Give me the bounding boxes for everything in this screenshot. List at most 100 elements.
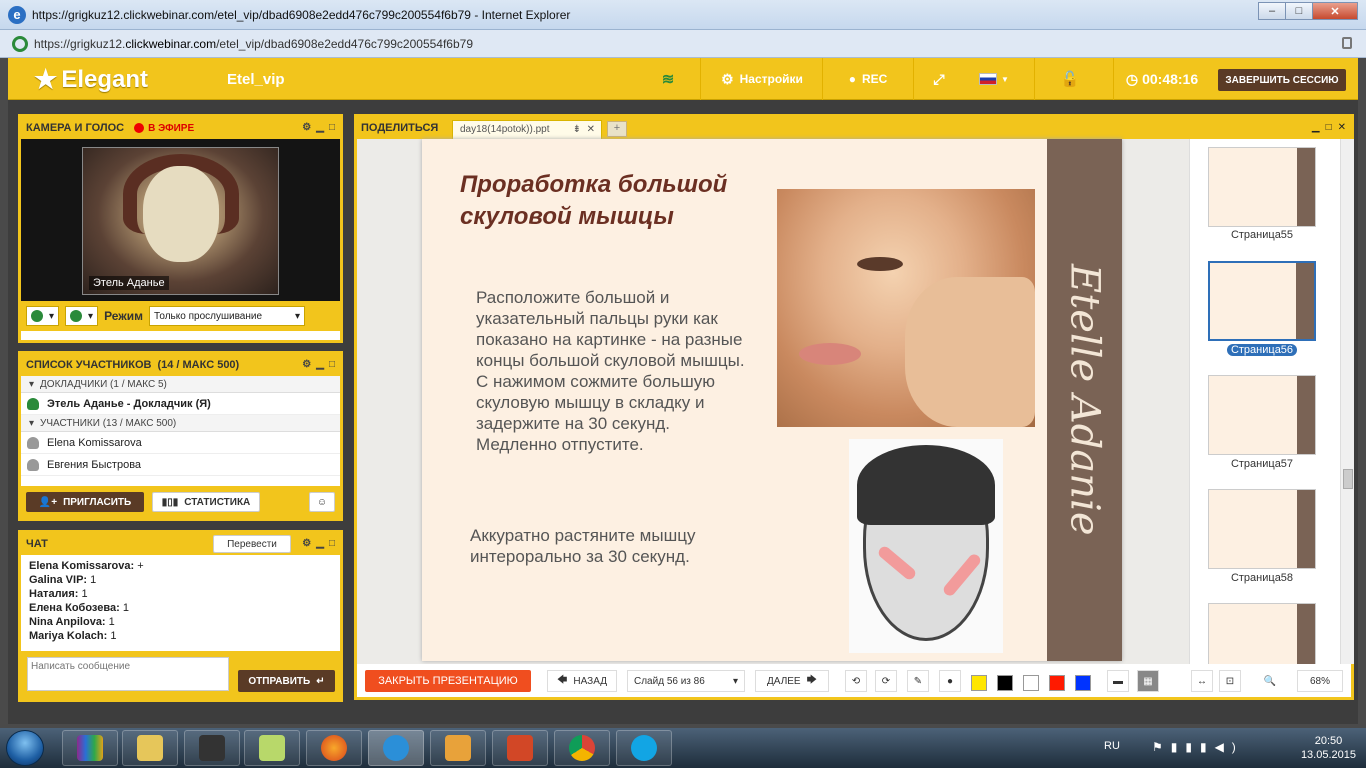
zoom-level[interactable]: 68% xyxy=(1297,670,1343,692)
rotate-left-button[interactable]: ⟲ xyxy=(845,670,867,692)
thumbnail-slide-selected[interactable] xyxy=(1208,261,1316,341)
list-item[interactable]: Elena Komissarova xyxy=(21,432,340,454)
maximize-icon[interactable]: □ xyxy=(329,122,335,133)
chat-message: Mariya Kolach: 1 xyxy=(29,630,117,642)
color-white[interactable] xyxy=(1023,675,1039,691)
tray-icons[interactable]: ⚑▮▮▮◀) xyxy=(1152,740,1244,754)
minimize-icon[interactable]: ▁ xyxy=(316,359,324,370)
participants-panel: СПИСОК УЧАСТНИКОВ (14 / МАКС 500) ⚙ ▁ □ ▾ ДО… xyxy=(18,351,343,521)
clock[interactable]: 20:50 13.05.2015 xyxy=(1301,734,1356,762)
back-button[interactable]: 🡄 НАЗАД xyxy=(547,670,617,692)
next-button[interactable]: ДАЛЕЕ 🡆 xyxy=(755,670,829,692)
translate-button[interactable]: Перевести xyxy=(213,535,291,553)
wifi-icon: ≋ xyxy=(661,71,675,88)
gear-icon[interactable]: ⚙ xyxy=(302,538,311,549)
invite-button[interactable]: 👤+ ПРИГЛАСИТЬ xyxy=(26,492,144,512)
close-window-button[interactable]: ✕ xyxy=(1312,2,1358,20)
presentation-toolbar: ЗАКРЫТЬ ПРЕЗЕНТАЦИЮ 🡄 НАЗАД Слайд 56 из 8… xyxy=(354,664,1354,700)
thumbnail-slide[interactable] xyxy=(1208,147,1316,227)
taskbar-app-chrome[interactable] xyxy=(554,730,610,766)
person-icon xyxy=(27,458,39,471)
color-blue[interactable] xyxy=(1075,675,1091,691)
chat-input[interactable] xyxy=(27,657,229,691)
tab-presentation[interactable]: day18(14potok)).ppt ⇟ ✕ xyxy=(452,120,602,139)
url-text[interactable]: https://grigkuz12.clickwebinar.com/etel_… xyxy=(34,37,473,51)
taskbar-app-skype[interactable] xyxy=(616,730,672,766)
color-red[interactable] xyxy=(1049,675,1065,691)
eraser-button[interactable]: ▬ xyxy=(1107,670,1129,692)
list-item[interactable]: Евгения Быстрова xyxy=(21,454,340,476)
gear-icon[interactable]: ⚙ xyxy=(302,359,311,370)
taskbar-app-player[interactable] xyxy=(430,730,486,766)
gear-icon[interactable]: ⚙ xyxy=(302,122,311,133)
pin-icon[interactable]: ⇟ xyxy=(573,124,581,135)
video-name-label: Этель Аданье xyxy=(89,276,169,290)
color-yellow[interactable] xyxy=(971,675,987,691)
zoom-icon[interactable]: 🔍 xyxy=(1259,670,1281,692)
top-bar: ★ Elegant Etel_vip ≋ ⚙ Настройки ● REC ⤢ ▼ … xyxy=(8,58,1358,100)
taskbar-app-notes[interactable] xyxy=(244,730,300,766)
settings-button[interactable]: ⚙ Настройки xyxy=(702,58,822,100)
video-area: Этель Аданье xyxy=(21,139,340,301)
taskbar-app-winrar[interactable] xyxy=(62,730,118,766)
mode-select[interactable]: Только прослушивание ▾ xyxy=(149,306,306,326)
thumbnail-slide[interactable] xyxy=(1208,375,1316,455)
close-icon[interactable]: ✕ xyxy=(1338,122,1346,133)
minimize-button[interactable]: – xyxy=(1258,2,1286,20)
share-header: ПОДЕЛИТЬСЯ day18(14potok)).ppt ⇟ ✕ + ▁ □ ✕ xyxy=(357,117,1351,139)
taskbar-app-explorer[interactable] xyxy=(122,730,178,766)
maximize-icon[interactable]: □ xyxy=(329,359,335,370)
fullscreen-button[interactable]: ⤢ xyxy=(914,58,964,100)
add-tab-button[interactable]: + xyxy=(607,121,627,137)
thumbnail-scrollbar[interactable] xyxy=(1340,139,1354,681)
fit-page-button[interactable]: ⊡ xyxy=(1219,670,1241,692)
rotate-right-button[interactable]: ⟳ xyxy=(875,670,897,692)
site-favicon-icon xyxy=(12,35,28,52)
lock-icon[interactable] xyxy=(1342,37,1352,49)
presenter-row[interactable]: Этель Аданье - Докладчик (Я) xyxy=(21,393,340,415)
minimize-icon[interactable]: ▁ xyxy=(316,122,324,133)
send-button[interactable]: ОТПРАВИТЬ ↵ xyxy=(238,670,335,692)
language-selector[interactable]: ▼ xyxy=(964,58,1024,100)
taskbar-app-media[interactable] xyxy=(184,730,240,766)
presenters-group[interactable]: ▾ ДОКЛАДЧИКИ (1 / МАКС 5) xyxy=(21,376,340,393)
record-dot-icon: ● xyxy=(848,72,856,86)
point-tool-button[interactable]: ● xyxy=(939,670,961,692)
lock-room-button[interactable]: 🔓 xyxy=(1035,58,1105,100)
slide-side-strip: Etelle Adanie xyxy=(1047,139,1122,661)
close-tab-icon[interactable]: ✕ xyxy=(587,124,595,135)
close-presentation-button[interactable]: ЗАКРЫТЬ ПРЕЗЕНТАЦИЮ xyxy=(365,670,531,692)
minimize-icon[interactable]: ▁ xyxy=(316,538,324,549)
microphone-button[interactable]: ▾ xyxy=(26,306,60,326)
language-indicator[interactable]: RU xyxy=(1104,740,1120,752)
taskbar-app-powerpoint[interactable] xyxy=(492,730,548,766)
maximize-icon[interactable]: □ xyxy=(329,538,335,549)
statistics-button[interactable]: ▮▯▮ СТАТИСТИКА xyxy=(152,492,260,512)
pen-tool-button[interactable]: ✎ xyxy=(907,670,929,692)
grid-button[interactable]: ▦ xyxy=(1137,670,1159,692)
color-black[interactable] xyxy=(997,675,1013,691)
window-title: https://grigkuz12.clickwebinar.com/etel_… xyxy=(32,7,571,22)
maximize-icon[interactable]: □ xyxy=(1326,122,1332,133)
emoji-button[interactable]: ☺ xyxy=(309,492,335,512)
taskbar-app-firefox[interactable] xyxy=(306,730,362,766)
microphone-icon xyxy=(31,310,43,322)
gear-icon: ⚙ xyxy=(721,70,734,87)
address-bar[interactable]: https://grigkuz12.clickwebinar.com/etel_… xyxy=(0,30,1366,58)
chevron-down-icon: ▾ xyxy=(295,310,301,322)
webinar-app: ★ Elegant Etel_vip ≋ ⚙ Настройки ● REC ⤢ ▼ … xyxy=(8,58,1358,724)
camera-button[interactable]: ▾ xyxy=(65,306,99,326)
maximize-button[interactable]: □ xyxy=(1285,2,1313,20)
start-button[interactable] xyxy=(6,730,44,766)
fit-width-button[interactable]: ↔ xyxy=(1191,670,1213,692)
thumbnail-label: Страница58 xyxy=(1230,572,1294,584)
slide-select[interactable]: Слайд 56 из 86 ▾ xyxy=(627,670,745,692)
slide: Проработка большой скуловой мышцы Распол… xyxy=(422,139,1122,661)
attendees-group[interactable]: ▾ УЧАСТНИКИ (13 / МАКС 500) xyxy=(21,415,340,432)
end-session-button[interactable]: ЗАВЕРШИТЬ СЕССИЮ xyxy=(1218,69,1346,91)
rec-button[interactable]: ● REC xyxy=(823,58,913,100)
chat-message: Елена Кобозева: 1 xyxy=(29,602,129,614)
thumbnail-slide[interactable] xyxy=(1208,489,1316,569)
minimize-icon[interactable]: ▁ xyxy=(1312,122,1320,133)
taskbar-app-ie[interactable] xyxy=(368,730,424,766)
